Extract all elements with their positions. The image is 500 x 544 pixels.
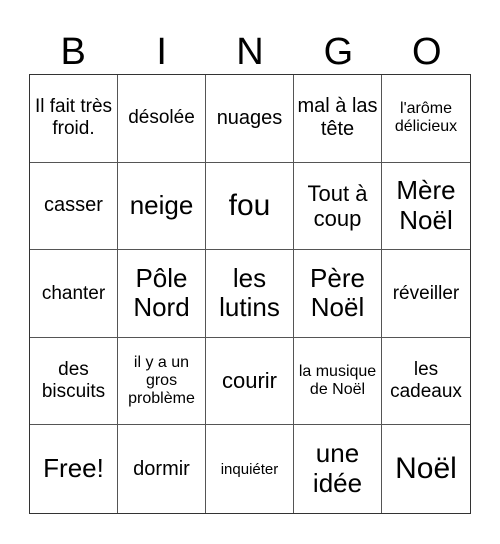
cell-text: des biscuits — [41, 359, 106, 403]
bingo-cell[interactable]: Tout à coup — [294, 162, 382, 251]
cell-text: inquiéter — [220, 460, 279, 478]
bingo-cell[interactable]: les lutins — [206, 250, 294, 338]
cell-text: une idée — [312, 438, 363, 499]
bingo-header: B I N G O — [29, 30, 471, 74]
cell-text: chanter — [41, 282, 106, 304]
bingo-cell[interactable]: mal à las tête — [294, 75, 382, 163]
bingo-cell[interactable]: Pôle Nord — [118, 250, 206, 338]
cell-text: Noël — [395, 451, 457, 485]
bingo-cell[interactable]: nuages — [206, 75, 294, 163]
bingo-cell[interactable]: il y a un gros problème — [118, 337, 206, 426]
cell-text: la musique de Noël — [298, 362, 377, 399]
cell-text: Il fait très froid. — [34, 96, 113, 140]
header-letter-g: G — [323, 31, 354, 73]
bingo-cell[interactable]: Noël — [382, 425, 470, 513]
cell-text: courir — [221, 368, 277, 394]
cell-text: l'arôme délicieux — [394, 99, 458, 136]
cell-text: désolée — [128, 107, 195, 129]
bingo-cell[interactable]: Père Noël — [294, 250, 382, 338]
cell-text: mal à las tête — [297, 95, 378, 141]
cell-text: les lutins — [219, 262, 280, 323]
bingo-cell[interactable]: réveiller — [382, 250, 470, 338]
bingo-cell[interactable]: neige — [118, 162, 206, 251]
cell-text: réveiller — [392, 282, 460, 304]
bingo-cell[interactable]: dormir — [118, 425, 206, 513]
header-letter-b: B — [60, 31, 86, 73]
cell-text: Père Noël — [310, 262, 365, 323]
free-space-cell[interactable]: Free! — [30, 425, 118, 513]
bingo-cell[interactable]: Mère Noël — [382, 163, 470, 251]
bingo-cell[interactable]: la musique de Noël — [294, 337, 382, 426]
cell-text: Mère Noël — [396, 175, 456, 235]
bingo-cell[interactable]: fou — [206, 162, 294, 251]
bingo-cell[interactable]: les cadeaux — [382, 338, 470, 426]
bingo-cell[interactable]: l'arôme délicieux — [382, 75, 470, 163]
bingo-cell[interactable]: Il fait très froid. — [30, 75, 118, 163]
bingo-cell[interactable]: désolée — [118, 75, 206, 163]
cell-text: Pôle Nord — [133, 262, 190, 323]
bingo-cell[interactable]: courir — [206, 337, 294, 426]
cell-text: Tout à coup — [307, 180, 368, 231]
header-letter-i: I — [156, 31, 167, 73]
bingo-cell[interactable]: casser — [30, 162, 118, 251]
cell-text: fou — [228, 188, 271, 222]
bingo-cell[interactable]: inquiéter — [206, 425, 294, 513]
header-letter-n: N — [236, 31, 264, 73]
cell-text: casser — [44, 194, 103, 217]
cell-text: nuages — [216, 106, 283, 129]
cell-text: il y a un gros problème — [128, 353, 195, 408]
cell-text: dormir — [133, 457, 190, 480]
cell-text: Free! — [43, 453, 104, 484]
cell-text: neige — [129, 189, 194, 220]
bingo-cell[interactable]: une idée — [294, 425, 382, 513]
bingo-grid: Il fait très froid. désolée nuages mal à la… — [29, 74, 471, 514]
bingo-cell[interactable]: des biscuits — [30, 337, 118, 426]
cell-text: les cadeaux — [390, 359, 462, 403]
bingo-cell[interactable]: chanter — [30, 250, 118, 338]
header-letter-o: O — [412, 31, 442, 73]
